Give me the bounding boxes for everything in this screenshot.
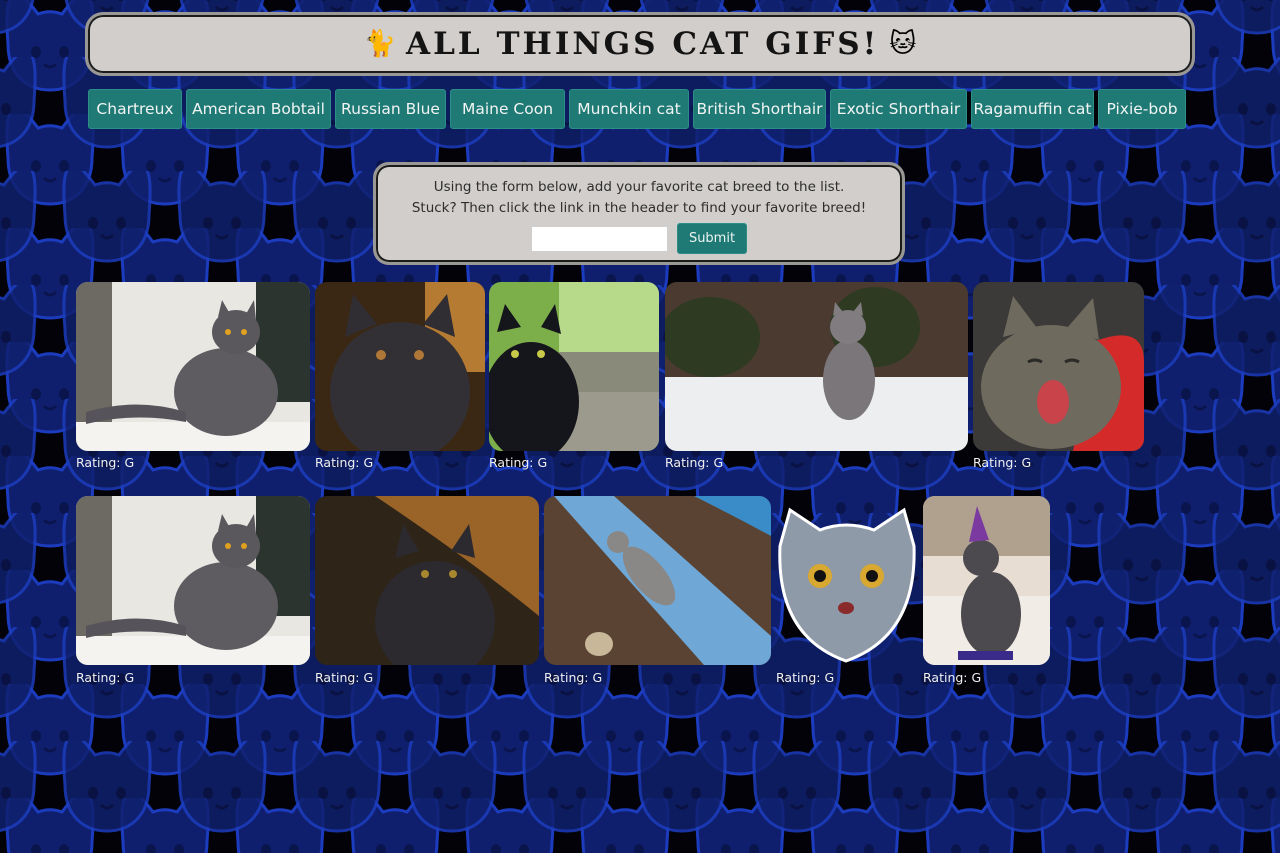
breed-button-ragamuffin-cat[interactable]: Ragamuffin cat [971,89,1094,129]
walking-cat-emoji-icon: 🐈 [363,29,397,59]
yawning-grey-kitten-image-icon [973,282,1144,451]
lounging-grey-cat-image-icon [76,496,310,665]
cat-gif-image[interactable] [315,282,485,451]
gif-rating: Rating: G [776,670,835,685]
cat-gif-image[interactable] [776,496,917,665]
form-instructions-line-1: Using the form below, add your favorite … [433,179,845,195]
cat-gif-image[interactable] [489,282,659,451]
gif-rating: Rating: G [489,455,548,470]
gif-rating: Rating: G [923,670,982,685]
grey-cat-in-snow-image-icon [665,282,968,451]
breed-button-russian-blue[interactable]: Russian Blue [335,89,446,129]
gif-rating: Rating: G [544,670,603,685]
cat-gif-image[interactable] [315,496,539,665]
breed-button-bar: Chartreux American Bobtail Russian Blue … [88,89,1186,129]
black-cat-closeup-image-icon [315,282,485,451]
page-title: ALL THINGS CAT GIFS! [406,26,880,62]
cat-on-pool-lounger-image-icon [544,496,771,665]
cat-gif-image[interactable] [665,282,968,451]
gif-rating: Rating: G [973,455,1032,470]
breed-input[interactable] [530,225,668,252]
gif-rating: Rating: G [76,455,135,470]
party-hat-kitten-image-icon [923,496,1050,665]
breed-button-exotic-shorthair[interactable]: Exotic Shorthair [830,89,967,129]
breed-button-british-shorthair[interactable]: British Shorthair [693,89,826,129]
surprised-cartoon-cat-image-icon [778,507,916,663]
breed-button-pixie-bob[interactable]: Pixie-bob [1098,89,1186,129]
breed-button-maine-coon[interactable]: Maine Coon [450,89,565,129]
gif-rating: Rating: G [76,670,135,685]
black-cat-garden-image-icon [489,282,659,451]
gif-rating: Rating: G [665,455,724,470]
form-instructions-line-2: Stuck? Then click the link in the header… [411,200,867,216]
dark-grey-cat-image-icon [315,496,539,665]
breed-button-munchkin-cat[interactable]: Munchkin cat [569,89,689,129]
cat-gif-image[interactable] [544,496,771,665]
lounging-grey-cat-image-icon [76,282,310,451]
submit-button[interactable]: Submit [676,223,748,254]
breed-button-chartreux[interactable]: Chartreux [88,89,182,129]
cat-gif-image[interactable] [76,282,310,451]
gif-rating: Rating: G [315,455,374,470]
cat-face-emoji-icon: 🐱 [889,29,917,59]
page-title-banner: 🐈 ALL THINGS CAT GIFS! 🐱 [85,12,1195,76]
cat-gif-image[interactable] [973,282,1144,451]
add-breed-form: Using the form below, add your favorite … [373,162,905,265]
gif-rating: Rating: G [315,670,374,685]
breed-button-american-bobtail[interactable]: American Bobtail [186,89,331,129]
cat-gif-image[interactable] [923,496,1050,665]
cat-gif-image[interactable] [76,496,310,665]
